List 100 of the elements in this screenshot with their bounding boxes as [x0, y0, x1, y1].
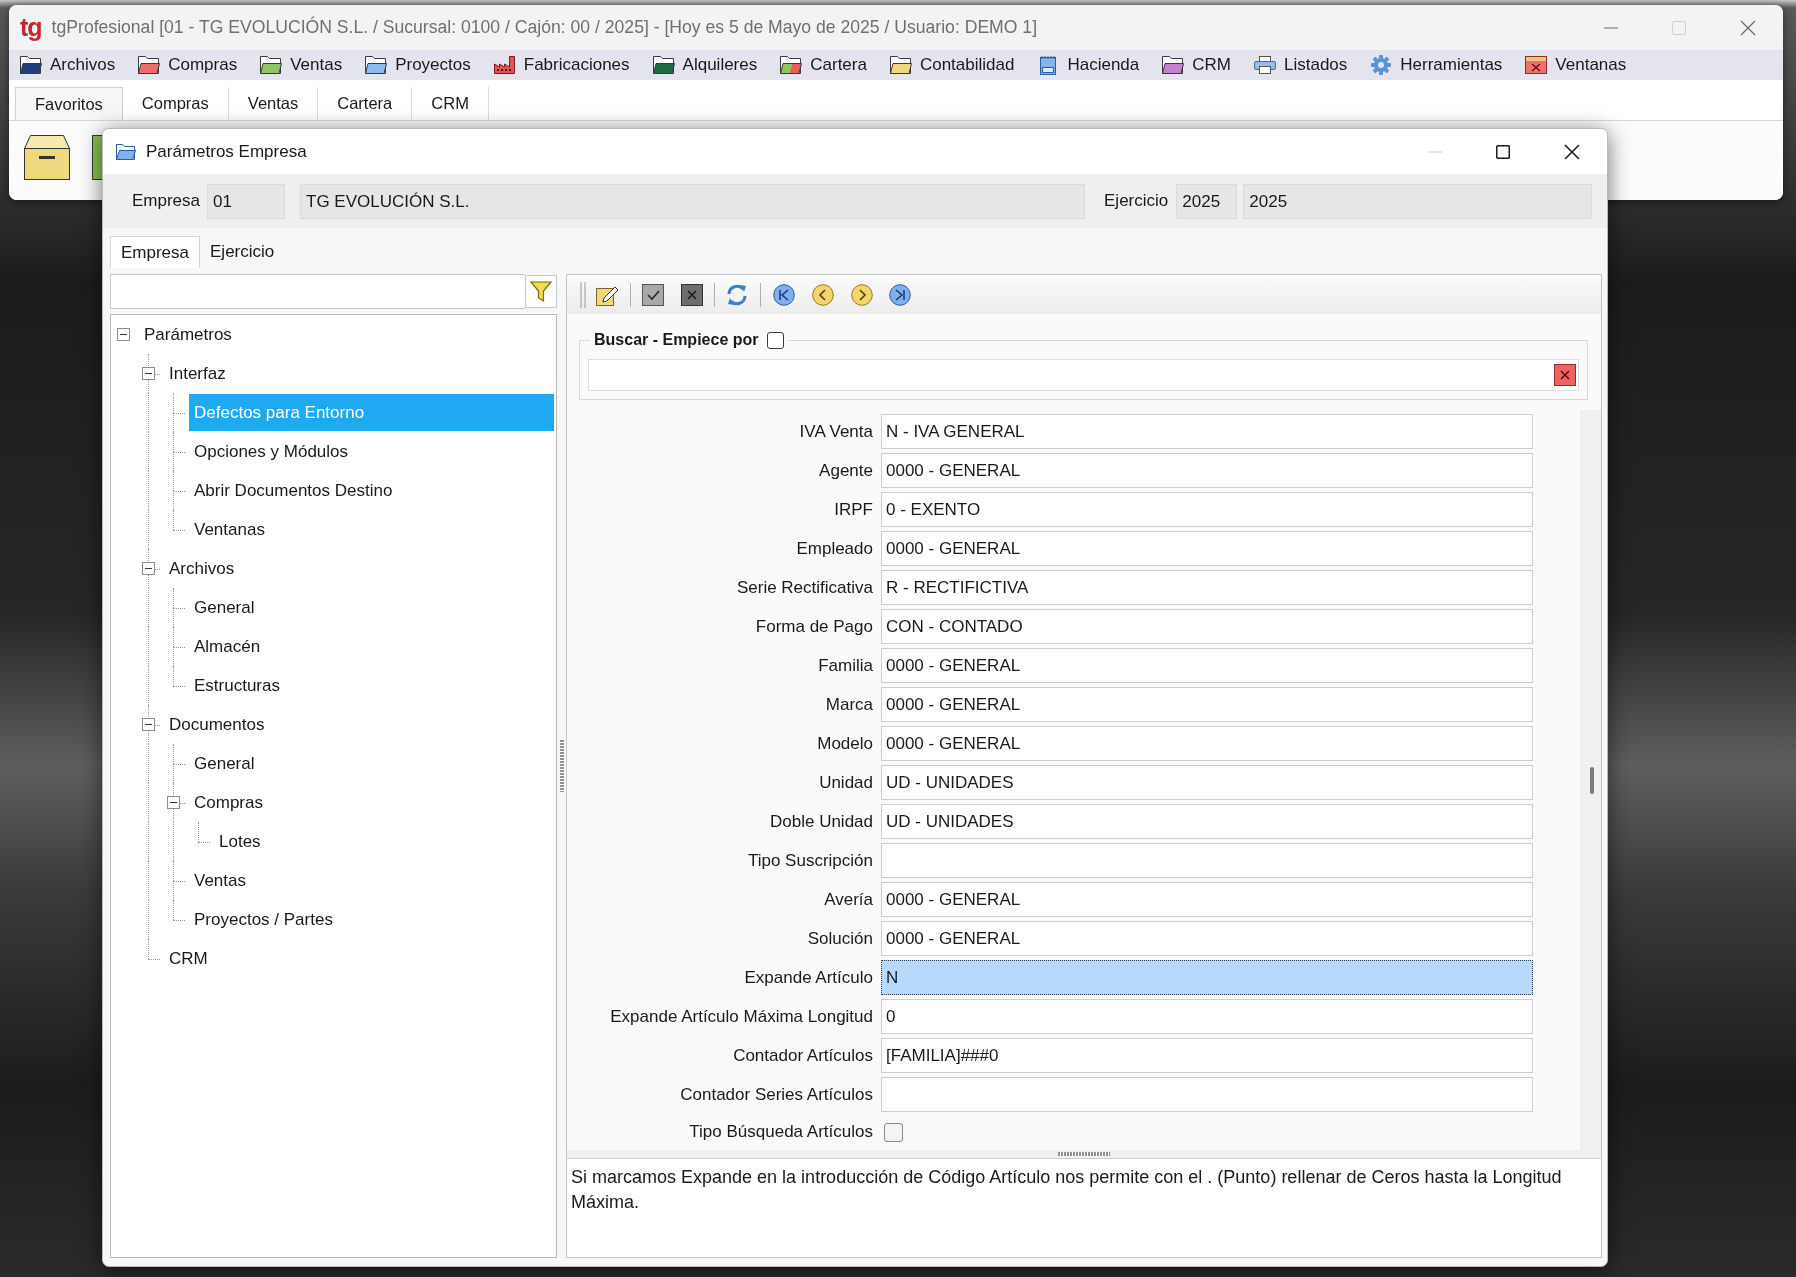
- tab[interactable]: Empresa: [110, 236, 201, 268]
- tree-item[interactable]: Compras: [189, 784, 554, 821]
- input-field[interactable]: CON - CONTADO: [881, 609, 1533, 644]
- close-icon[interactable]: [1564, 143, 1580, 160]
- tree-item[interactable]: Interfaz: [164, 355, 554, 392]
- input-field[interactable]: 0000 - GENERAL: [881, 726, 1533, 761]
- menu-item[interactable]: Compras: [137, 54, 238, 76]
- tree-item[interactable]: Lotes: [214, 823, 554, 860]
- filter-icon[interactable]: [525, 275, 557, 308]
- field-label: Avería: [823, 889, 873, 910]
- input-field[interactable]: [881, 1077, 1533, 1112]
- filter-field[interactable]: [110, 274, 525, 309]
- input-field[interactable]: 0000 - GENERAL: [881, 921, 1533, 956]
- field-label: Agente: [818, 460, 873, 481]
- input-field[interactable]: 0000 - GENERAL: [881, 882, 1533, 917]
- menu-item[interactable]: Ventas: [259, 54, 343, 76]
- field-label: Doble Unidad: [769, 811, 873, 832]
- input-field[interactable]: 0: [881, 999, 1533, 1034]
- dialog-title: Parámetros Empresa: [146, 141, 307, 162]
- tree-item[interactable]: Estructuras: [189, 667, 554, 704]
- menu-item[interactable]: CRM: [1161, 54, 1231, 76]
- input-field[interactable]: UD - UNIDADES: [881, 804, 1533, 839]
- menu-item[interactable]: Ventanas: [1524, 54, 1627, 76]
- field-label: Familia: [817, 655, 873, 676]
- splitter-handle[interactable]: [559, 740, 564, 792]
- tab[interactable]: Ventas: [228, 87, 319, 120]
- input-field[interactable]: 0000 - GENERAL: [881, 453, 1533, 488]
- check-icon[interactable]: [642, 283, 664, 306]
- input-field[interactable]: 0 - EXENTO: [881, 492, 1533, 527]
- input-field[interactable]: 0000 - GENERAL: [881, 687, 1533, 722]
- field-label: IVA Venta: [798, 421, 873, 442]
- tree-item[interactable]: Parámetros: [139, 316, 554, 353]
- menu-item[interactable]: Fabricaciones: [492, 54, 630, 76]
- field-label: Contador Artículos: [732, 1045, 873, 1066]
- minus-box-icon[interactable]: [167, 796, 180, 809]
- clear-icon[interactable]: [1554, 364, 1576, 386]
- field-label: Expande Artículo: [743, 967, 873, 988]
- grip-handle[interactable]: [580, 281, 586, 308]
- skip-forward-icon[interactable]: [889, 283, 911, 306]
- tab[interactable]: CRM: [412, 87, 489, 120]
- input-field[interactable]: N: [881, 960, 1533, 995]
- input-field[interactable]: R - RECTIFICTIVA: [881, 570, 1533, 605]
- field-label: Empleado: [795, 538, 873, 559]
- checkbox[interactable]: [766, 331, 784, 349]
- company-name-field[interactable]: TG EVOLUCIÓN S.L.: [300, 183, 1086, 219]
- menu-item[interactable]: Alquileres: [651, 54, 758, 76]
- company-code-field[interactable]: 01: [207, 183, 286, 219]
- tree-item[interactable]: Abrir Documentos Destino: [189, 472, 554, 509]
- splitter-handle[interactable]: [1058, 1152, 1110, 1156]
- year-name-field[interactable]: 2025: [1243, 183, 1593, 219]
- tab[interactable]: Ejercicio: [200, 236, 285, 268]
- tree-item[interactable]: Opciones y Módulos: [189, 433, 554, 470]
- scroll-thumb[interactable]: [1590, 767, 1594, 794]
- chevron-right-icon[interactable]: [851, 283, 873, 306]
- field-label: Contador Series Artículos: [679, 1084, 873, 1105]
- gear-icon: [1369, 55, 1394, 75]
- menu-item[interactable]: Contabilidad: [888, 54, 1015, 76]
- menu-item[interactable]: Archivos: [19, 54, 116, 76]
- scrollbar[interactable]: [1580, 410, 1601, 1150]
- menu-item[interactable]: Hacienda: [1036, 54, 1140, 76]
- input-field[interactable]: [FAMILIA]###0: [881, 1038, 1533, 1073]
- year-label: Ejercicio: [1104, 191, 1169, 211]
- tab[interactable]: Compras: [122, 87, 229, 120]
- tree-item[interactable]: Documentos: [164, 706, 554, 743]
- search-label: Buscar - Empiece por: [594, 331, 759, 349]
- minus-box-icon[interactable]: [142, 367, 155, 380]
- year-code-field[interactable]: 2025: [1176, 183, 1238, 219]
- minus-box-icon[interactable]: [117, 328, 130, 341]
- input-field[interactable]: 0000 - GENERAL: [881, 531, 1533, 566]
- input-field[interactable]: 0000 - GENERAL: [881, 648, 1533, 683]
- window-title: tgProfesional [01 - TG EVOLUCIÓN S.L. / Sucursal: 0100 / Cajón: 00 / 2025] - [Hoy es 5 de Mayo de 2025 / Usuario: DEMO 1]: [51, 17, 1037, 38]
- chevron-left-icon[interactable]: [812, 283, 834, 306]
- field-label: Tipo Suscripción: [746, 850, 873, 871]
- maximize-icon[interactable]: [1496, 144, 1510, 159]
- tab[interactable]: Favoritos: [15, 87, 123, 120]
- tree-item[interactable]: General: [189, 589, 554, 626]
- tree-item[interactable]: CRM: [164, 940, 554, 977]
- tree-item[interactable]: Proyectos / Partes: [189, 901, 554, 938]
- menu-item[interactable]: Proyectos: [364, 54, 471, 76]
- refresh-icon[interactable]: [725, 282, 749, 307]
- input-field[interactable]: [881, 843, 1533, 878]
- menu-item[interactable]: Herramientas: [1369, 54, 1503, 76]
- company-label: Empresa: [132, 191, 201, 211]
- skip-back-icon[interactable]: [773, 283, 795, 306]
- minus-box-icon[interactable]: [142, 562, 155, 575]
- input-field[interactable]: N - IVA GENERAL: [881, 414, 1533, 449]
- tab[interactable]: Cartera: [318, 87, 413, 120]
- cross-icon[interactable]: [681, 283, 703, 306]
- input-field[interactable]: UD - UNIDADES: [881, 765, 1533, 800]
- tree-item[interactable]: Archivos: [164, 550, 554, 587]
- checkbox[interactable]: [884, 1122, 903, 1142]
- box-icon[interactable]: [23, 134, 71, 181]
- tree-item[interactable]: Ventas: [189, 862, 554, 899]
- minus-box-icon[interactable]: [142, 718, 155, 731]
- search-field[interactable]: [588, 359, 1579, 391]
- tree-item[interactable]: General: [189, 745, 554, 782]
- tree-item[interactable]: Ventanas: [189, 511, 554, 548]
- menu-item[interactable]: Cartera: [779, 54, 867, 76]
- tree-item[interactable]: Almacén: [189, 628, 554, 665]
- menu-item[interactable]: Listados: [1253, 54, 1348, 76]
